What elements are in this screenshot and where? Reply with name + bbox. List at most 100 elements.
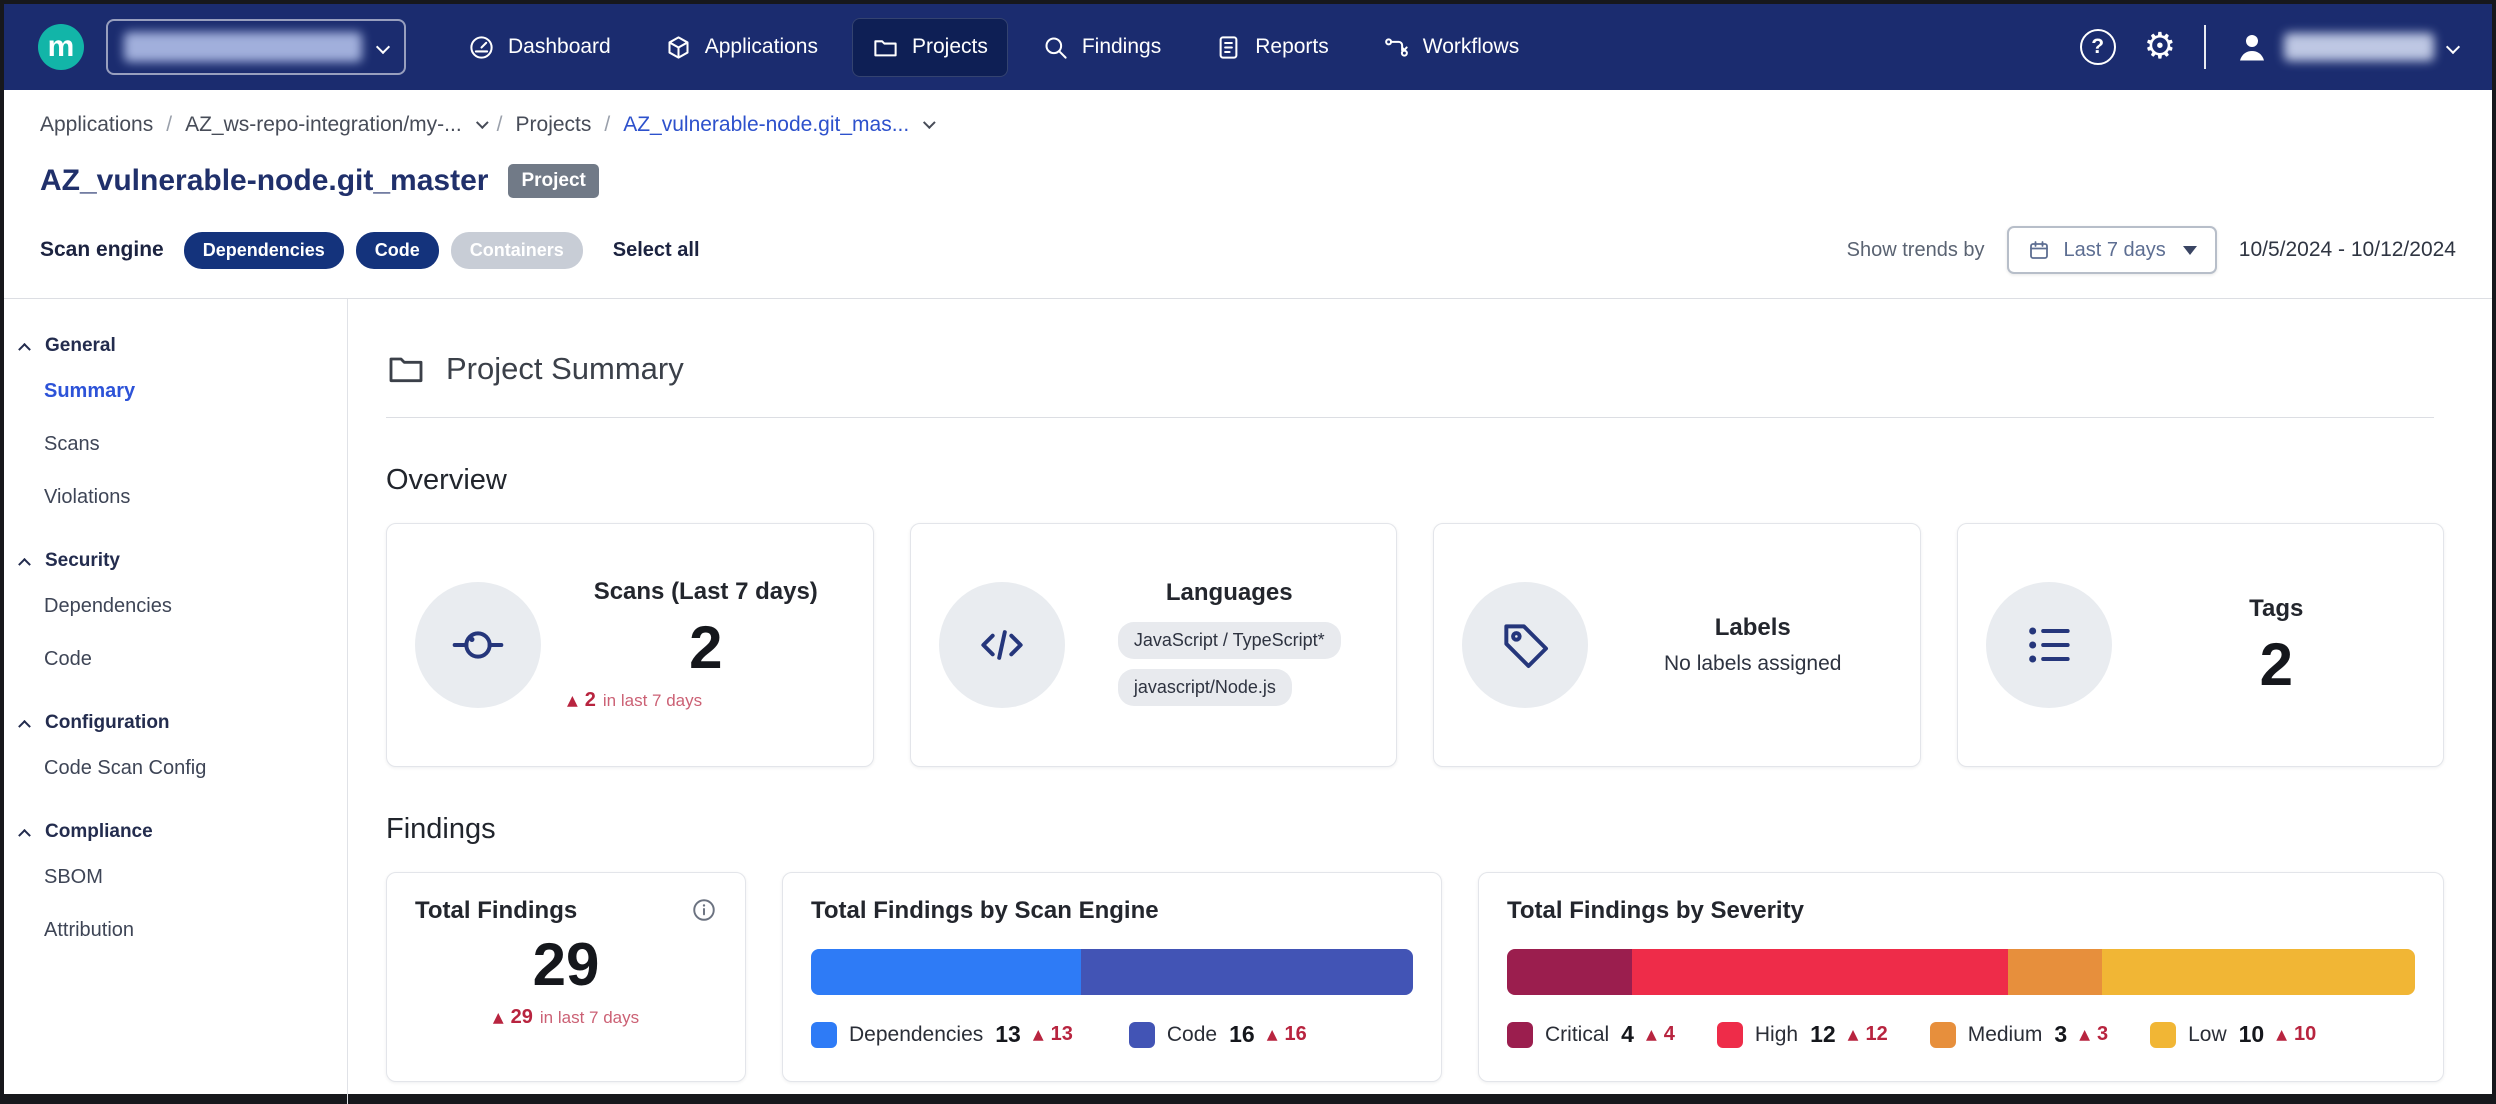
- delta-up-icon: ▲: [2079, 1028, 2090, 1042]
- sidebar-section-configuration: Configuration Code Scan Config: [4, 690, 347, 799]
- language-pill: javascript/Node.js: [1118, 669, 1292, 706]
- select-all-link[interactable]: Select all: [613, 239, 700, 262]
- engine-pill-dependencies[interactable]: Dependencies: [184, 232, 344, 269]
- language-pills: JavaScript / TypeScript* javascript/Node…: [1118, 617, 1341, 711]
- user-menu[interactable]: [2234, 29, 2458, 65]
- nav-label: Reports: [1255, 35, 1329, 59]
- nav-label: Workflows: [1423, 35, 1519, 59]
- chevron-up-icon: [18, 342, 31, 355]
- bar-segment-medium: [2008, 949, 2102, 995]
- tags-value: 2: [2260, 633, 2293, 696]
- card-title: Scans (Last 7 days): [594, 578, 818, 606]
- project-summary-title: Project Summary: [446, 351, 684, 387]
- nav-label: Dashboard: [508, 35, 611, 59]
- overview-heading: Overview: [386, 464, 2444, 497]
- nav-item-projects[interactable]: Projects: [852, 18, 1008, 77]
- sidebar-item-violations[interactable]: Violations: [20, 471, 337, 524]
- card-title: Labels: [1715, 614, 1791, 642]
- report-icon: [1215, 34, 1242, 61]
- breadcrumb-projects[interactable]: Projects: [516, 113, 592, 137]
- label-tag-icon: [1462, 582, 1588, 708]
- card-title: Tags: [2249, 595, 2303, 623]
- breadcrumb-application-name[interactable]: AZ_ws-repo-integration/my-...: [185, 113, 462, 137]
- chevron-up-icon: [18, 557, 31, 570]
- legend-swatch: [1507, 1022, 1533, 1048]
- section-label: Compliance: [45, 821, 153, 843]
- trends-controls: Show trends by Last 7 days 10/5/2024 - 1…: [1847, 226, 2456, 274]
- nav-label: Findings: [1082, 35, 1161, 59]
- legend-item-medium: Medium 3 ▲3: [1930, 1021, 2108, 1048]
- legend-delta: ▲12: [1848, 1023, 1888, 1046]
- legend-swatch: [1129, 1022, 1155, 1048]
- delta-up-icon: ▲: [1267, 1028, 1278, 1042]
- overview-cards: Scans (Last 7 days) 2 ▲ 2 in last 7 days…: [386, 523, 2444, 767]
- total-findings-value: 29: [415, 933, 717, 996]
- code-language-icon: [939, 582, 1065, 708]
- legend-swatch: [1717, 1022, 1743, 1048]
- sidebar-item-code-scan-config[interactable]: Code Scan Config: [20, 742, 337, 795]
- sidebar-section-general: General Summary Scans Violations: [4, 313, 347, 528]
- card-title: Total Findings: [415, 897, 577, 925]
- engine-pill-code[interactable]: Code: [356, 232, 439, 269]
- help-icon[interactable]: ?: [2080, 29, 2116, 65]
- sidebar-item-code[interactable]: Code: [20, 633, 337, 686]
- bar-segment-code: [1081, 949, 1413, 995]
- sidebar-header-security[interactable]: Security: [20, 542, 337, 580]
- trends-period-dropdown[interactable]: Last 7 days: [2007, 226, 2217, 274]
- trend-date-range: 10/5/2024 - 10/12/2024: [2239, 238, 2456, 262]
- severity-legend: Critical 4 ▲4 High 12 ▲12 Medium 3: [1507, 1021, 2415, 1048]
- nav-item-workflows[interactable]: Workflows: [1363, 18, 1539, 77]
- nav-item-dashboard[interactable]: Dashboard: [448, 18, 631, 77]
- project-summary-header: Project Summary: [386, 349, 2444, 389]
- legend-value: 10: [2239, 1021, 2265, 1048]
- mend-logo[interactable]: m: [38, 24, 84, 70]
- labels-card: Labels No labels assigned: [1433, 523, 1921, 767]
- breadcrumb-project-name[interactable]: AZ_vulnerable-node.git_mas...: [623, 113, 909, 137]
- sidebar-header-configuration[interactable]: Configuration: [20, 704, 337, 742]
- legend-label: Code: [1167, 1023, 1217, 1047]
- severity-stacked-bar: [1507, 949, 2415, 995]
- sidebar-item-sbom[interactable]: SBOM: [20, 851, 337, 904]
- legend-item-low: Low 10 ▲10: [2150, 1021, 2316, 1048]
- search-icon: [1042, 34, 1069, 61]
- bar-segment-dependencies: [811, 949, 1081, 995]
- chevron-down-icon[interactable]: [923, 116, 936, 129]
- legend-value: 4: [1621, 1021, 1634, 1048]
- divider: [2204, 25, 2206, 69]
- nav-item-reports[interactable]: Reports: [1195, 18, 1349, 77]
- sidebar-item-attribution[interactable]: Attribution: [20, 904, 337, 957]
- sidebar-item-scans[interactable]: Scans: [20, 418, 337, 471]
- info-icon[interactable]: [691, 897, 717, 923]
- main-menu: Dashboard Applications Projects Findings…: [448, 18, 1539, 77]
- legend-item-high: High 12 ▲12: [1717, 1021, 1888, 1048]
- gear-icon[interactable]: ⚙: [2144, 29, 2176, 65]
- chevron-down-icon[interactable]: [476, 116, 489, 129]
- content-area: General Summary Scans Violations Securit…: [4, 298, 2492, 1104]
- delta-up-icon: ▲: [567, 694, 578, 708]
- scan-engine-bar: Scan engine Dependencies Code Containers…: [4, 204, 2492, 298]
- redacted-organization-name: [124, 32, 362, 62]
- applications-icon: [665, 34, 692, 61]
- delta-value: 16: [1284, 1023, 1306, 1046]
- sidebar-header-general[interactable]: General: [20, 327, 337, 365]
- section-label: General: [45, 335, 116, 357]
- nav-label: Projects: [912, 35, 988, 59]
- bar-segment-critical: [1507, 949, 1632, 995]
- scan-engine-legend: Dependencies 13 ▲13 Code 16 ▲16: [811, 1021, 1413, 1048]
- sidebar-header-compliance[interactable]: Compliance: [20, 813, 337, 851]
- delta-up-icon: ▲: [1033, 1028, 1044, 1042]
- title-row: AZ_vulnerable-node.git_master Project: [4, 146, 2492, 204]
- divider: [386, 417, 2434, 418]
- total-findings-card: Total Findings 29 ▲ 29 in last 7 days: [386, 872, 746, 1082]
- breadcrumb-applications[interactable]: Applications: [40, 113, 153, 137]
- findings-heading: Findings: [386, 813, 2444, 846]
- nav-item-applications[interactable]: Applications: [645, 18, 838, 77]
- nav-item-findings[interactable]: Findings: [1022, 18, 1181, 77]
- calendar-icon: [2027, 238, 2051, 262]
- organization-selector[interactable]: [106, 19, 406, 75]
- delta-up-icon: ▲: [1848, 1028, 1859, 1042]
- sidebar-item-dependencies[interactable]: Dependencies: [20, 580, 337, 633]
- sidebar-item-summary[interactable]: Summary: [20, 365, 337, 418]
- total-findings-delta: ▲ 29 in last 7 days: [415, 1006, 717, 1029]
- legend-label: High: [1755, 1023, 1798, 1047]
